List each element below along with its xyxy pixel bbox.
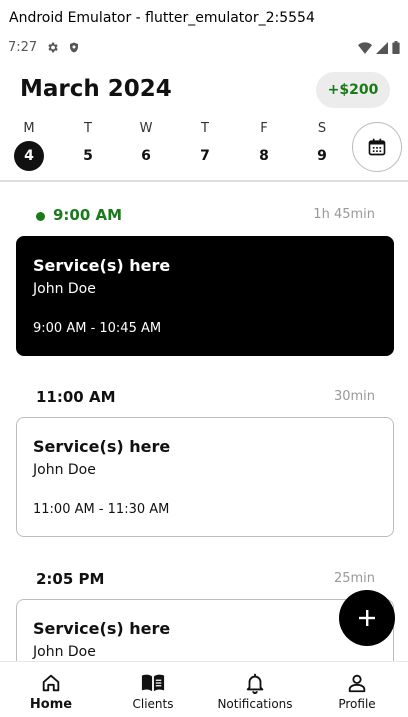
day-number: 7 xyxy=(200,148,210,164)
current-indicator-dot xyxy=(36,212,45,221)
battery-icon xyxy=(392,41,400,54)
nav-label: Profile xyxy=(338,697,376,711)
day-8[interactable]: F 8 xyxy=(249,120,279,171)
appointment-card[interactable]: Service(s) here John Doe 11:00 AM - 11:3… xyxy=(16,417,394,537)
day-letter: T xyxy=(201,121,209,136)
day-9[interactable]: S 9 xyxy=(307,120,337,171)
status-bar: 7:27 xyxy=(0,36,408,60)
balance-chip[interactable]: +$200 xyxy=(316,72,390,108)
appointment-service: Service(s) here xyxy=(33,437,171,456)
book-icon xyxy=(141,674,165,692)
appointment-duration: 30min xyxy=(333,389,375,404)
day-number: 4 xyxy=(14,141,44,171)
week-strip: M 4 T 5 W 6 T 7 F 8 S 9 xyxy=(0,120,408,180)
day-number: 9 xyxy=(317,148,327,164)
nav-label: Home xyxy=(29,697,73,712)
appointment-card[interactable]: Service(s) here John Doe 9:00 AM - 10:45… xyxy=(16,236,394,356)
signal-icon xyxy=(376,41,388,54)
nav-clients[interactable]: Clients xyxy=(102,662,204,717)
calendar-button[interactable] xyxy=(352,122,402,172)
day-letter: W xyxy=(139,121,153,136)
appointment-time: 11:00 AM xyxy=(36,388,116,406)
day-letter: S xyxy=(317,121,327,136)
calendar-icon xyxy=(368,138,386,156)
appointment-duration: 1h 45min xyxy=(313,207,375,222)
nav-label: Notifications xyxy=(217,697,293,711)
header: March 2024 +$200 xyxy=(0,68,408,112)
nav-profile[interactable]: Profile xyxy=(306,662,408,717)
wifi-icon xyxy=(358,41,372,54)
person-icon xyxy=(348,674,366,693)
nav-label: Clients xyxy=(132,697,174,711)
appointment-header: 2:05 PM 25min xyxy=(16,568,394,592)
gear-icon xyxy=(48,42,58,53)
month-title[interactable]: March 2024 xyxy=(20,76,172,102)
bottom-nav: Home Clients Notifications Profile xyxy=(0,661,408,717)
appointment-time-range: 9:00 AM - 10:45 AM xyxy=(33,321,162,336)
nav-home[interactable]: Home xyxy=(0,662,102,717)
window-title: Android Emulator - flutter_emulator_2:55… xyxy=(0,0,408,36)
appointment-client: John Doe xyxy=(33,462,96,478)
appointment-duration: 25min xyxy=(333,571,375,586)
day-number: 5 xyxy=(83,148,93,164)
add-appointment-button[interactable] xyxy=(339,590,395,646)
appointment-header: 11:00 AM 30min xyxy=(16,386,394,410)
plus-icon xyxy=(359,610,375,626)
day-5[interactable]: T 5 xyxy=(73,120,103,171)
bell-icon xyxy=(246,673,264,694)
appointment-time: 2:05 PM xyxy=(36,570,105,588)
appointment-time-range: 11:00 AM - 11:30 AM xyxy=(33,502,170,517)
appointment-time: 9:00 AM xyxy=(53,206,123,224)
appointment-service: Service(s) here xyxy=(33,256,171,275)
appointment-client: John Doe xyxy=(33,281,96,297)
day-7[interactable]: T 7 xyxy=(190,120,220,171)
status-time: 7:27 xyxy=(8,40,38,55)
day-4[interactable]: M 4 xyxy=(14,120,44,171)
divider xyxy=(0,180,408,182)
day-6[interactable]: W 6 xyxy=(131,120,161,171)
appointment-card[interactable]: Service(s) here John Doe xyxy=(16,599,394,661)
appointment-client: John Doe xyxy=(33,644,96,660)
day-letter: T xyxy=(84,121,92,136)
day-number: 8 xyxy=(259,148,269,164)
day-letter: M xyxy=(23,121,35,136)
day-letter: F xyxy=(260,121,268,136)
home-icon xyxy=(42,674,60,692)
appointment-header: 9:00 AM 1h 45min xyxy=(16,204,394,228)
nav-notifications[interactable]: Notifications xyxy=(204,662,306,717)
appointment-service: Service(s) here xyxy=(33,619,171,638)
shield-icon xyxy=(70,42,78,53)
day-number: 6 xyxy=(141,148,151,164)
status-icons xyxy=(358,41,400,54)
